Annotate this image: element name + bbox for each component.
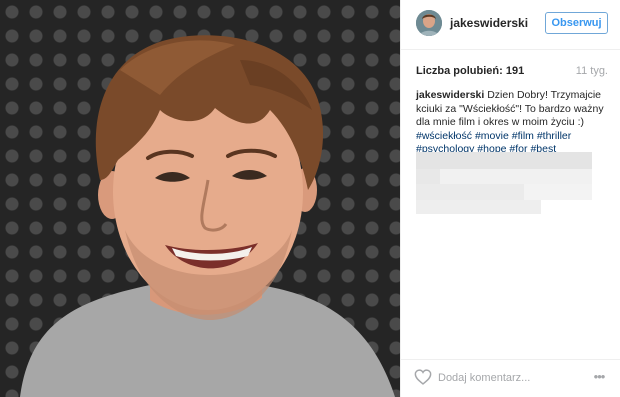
- heart-icon[interactable]: [414, 369, 432, 385]
- hashtag-link[interactable]: #movie: [475, 130, 509, 142]
- selfie-illustration: [20, 35, 395, 397]
- pixelated-content: [524, 184, 592, 200]
- pixelated-content: [416, 152, 592, 169]
- hashtag-link[interactable]: #film: [512, 130, 534, 142]
- pixelated-content: [416, 169, 440, 184]
- likes-count[interactable]: Liczba polubień: 191: [416, 65, 524, 77]
- post-side-panel: jakeswiderski Obserwuj Liczba polubień: …: [400, 0, 620, 397]
- pixelated-content: [440, 169, 592, 184]
- post-author-username[interactable]: jakeswiderski: [450, 16, 528, 30]
- post-timestamp[interactable]: 11 tyg.: [576, 65, 608, 77]
- instagram-post: jakeswiderski Obserwuj Liczba polubień: …: [0, 0, 620, 397]
- caption-username[interactable]: jakeswiderski: [416, 89, 484, 101]
- more-options-icon[interactable]: •••: [590, 369, 608, 387]
- post-caption: jakeswiderski Dzien Dobry! Trzymajcie kc…: [416, 89, 608, 157]
- post-header: jakeswiderski Obserwuj: [401, 0, 620, 50]
- post-photo[interactable]: [0, 0, 400, 397]
- add-comment-input[interactable]: [438, 369, 578, 387]
- avatar-image: [416, 10, 442, 36]
- pixelated-content: [416, 184, 524, 200]
- follow-button[interactable]: Obserwuj: [545, 12, 608, 34]
- pixelated-content: [416, 200, 541, 214]
- avatar[interactable]: [416, 10, 442, 36]
- comment-bar: •••: [401, 359, 620, 397]
- hashtag-link[interactable]: #wściekłość: [416, 130, 472, 142]
- hashtag-link[interactable]: #thriller: [537, 130, 571, 142]
- post-stats: Liczba polubień: 191 11 tyg.: [416, 65, 608, 81]
